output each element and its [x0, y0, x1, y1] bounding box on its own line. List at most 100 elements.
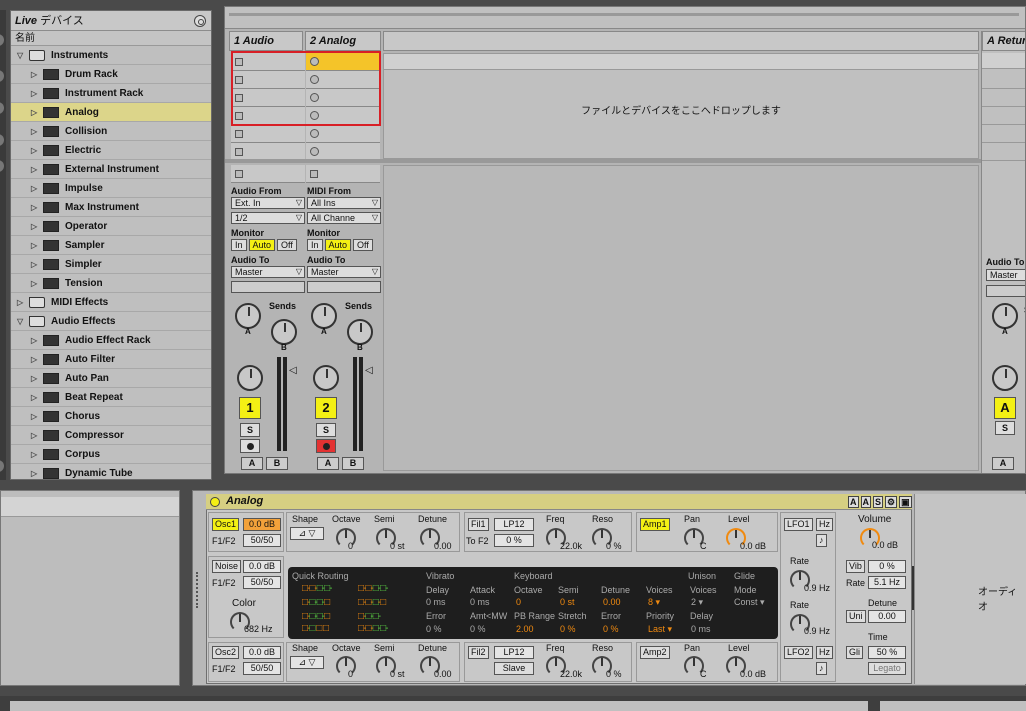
strip-handle[interactable]	[0, 70, 4, 82]
track-title-1[interactable]: 1 Audio	[229, 31, 303, 51]
expand-triangle-closed-icon[interactable]: ▷	[31, 84, 37, 103]
crossfade-a-button[interactable]: A	[241, 457, 263, 470]
expand-triangle-closed-icon[interactable]: ▷	[31, 445, 37, 464]
browser-options-icon[interactable]	[194, 15, 206, 27]
expand-triangle-closed-icon[interactable]: ▷	[31, 236, 37, 255]
expand-triangle-closed-icon[interactable]: ▷	[17, 293, 23, 312]
strip-handle[interactable]	[0, 134, 4, 146]
browser-item-dynamic-tube[interactable]: ▷ Dynamic Tube	[11, 464, 211, 479]
browser-item-auto-pan[interactable]: ▷ Auto Pan	[11, 369, 211, 388]
browser-item-corpus[interactable]: ▷ Corpus	[11, 445, 211, 464]
noise-level[interactable]: 0.0 dB	[243, 560, 281, 573]
routing-preset-6[interactable]: □-□-□-	[358, 611, 381, 622]
browser-item-beat-repeat[interactable]: ▷ Beat Repeat	[11, 388, 211, 407]
solo-button[interactable]: S	[240, 423, 260, 437]
solo-button[interactable]: S	[316, 423, 336, 437]
expand-triangle-closed-icon[interactable]: ▷	[31, 331, 37, 350]
browser-item-operator[interactable]: ▷ Operator	[11, 217, 211, 236]
send-b-knob[interactable]	[271, 319, 297, 345]
browser-item-audio-effect-rack[interactable]: ▷ Audio Effect Rack	[11, 331, 211, 350]
voices-select[interactable]: 8 ▾	[648, 597, 660, 608]
vibrato-attack[interactable]: 0 ms	[470, 597, 490, 607]
priority-select[interactable]: Last ▾	[648, 624, 672, 635]
unison-toggle[interactable]: Uni	[846, 610, 866, 623]
routing-preset-5[interactable]: □-□-□-□	[302, 611, 330, 622]
browser-item-auto-filter[interactable]: ▷ Auto Filter	[11, 350, 211, 369]
device-a2-icon[interactable]: A	[860, 496, 871, 508]
pan-knob[interactable]	[237, 365, 263, 391]
browser-item-midi-effects[interactable]: ▷ MIDI Effects	[11, 293, 211, 312]
volume-slider-icon[interactable]: ◁	[289, 365, 297, 376]
device-save-icon[interactable]: ▣	[899, 496, 912, 508]
vibrato-error[interactable]: 0 %	[426, 624, 442, 634]
glide-mode-select[interactable]: Const ▾	[734, 597, 765, 608]
amp1-toggle[interactable]: Amp1	[640, 518, 670, 531]
expand-triangle-closed-icon[interactable]: ▷	[31, 426, 37, 445]
pb-range[interactable]: 2.00	[516, 624, 534, 634]
routing-preset-3[interactable]: □-□-□-□	[302, 597, 330, 608]
audio-from-select[interactable]: Ext. In	[231, 197, 305, 209]
device-s-icon[interactable]: S	[873, 496, 884, 508]
return-pan-knob[interactable]	[992, 365, 1018, 391]
vibrato-rate[interactable]: 5.1 Hz	[868, 576, 906, 589]
browser-item-external-instrument[interactable]: ▷ External Instrument	[11, 160, 211, 179]
osc1-toggle[interactable]: Osc1	[212, 518, 240, 531]
expand-triangle-closed-icon[interactable]: ▷	[31, 369, 37, 388]
browser-item-simpler[interactable]: ▷ Simpler	[11, 255, 211, 274]
expand-triangle-closed-icon[interactable]: ▷	[31, 122, 37, 141]
vibrato-amount[interactable]: 0 %	[868, 560, 906, 573]
noise-toggle[interactable]: Noise	[212, 560, 242, 573]
stretch[interactable]: 0 %	[560, 624, 576, 634]
expand-triangle-closed-icon[interactable]: ▷	[31, 274, 37, 293]
strip-handle[interactable]	[0, 34, 4, 46]
clip-slot[interactable]	[306, 125, 380, 143]
strip-handle[interactable]	[0, 160, 4, 172]
browser-item-sampler[interactable]: ▷ Sampler	[11, 236, 211, 255]
lfo1-toggle[interactable]: LFO1	[784, 518, 813, 531]
return-track-activator[interactable]: A	[994, 397, 1016, 419]
browser-item-max-instrument[interactable]: ▷ Max Instrument	[11, 198, 211, 217]
keyboard-detune[interactable]: 0.00	[603, 597, 621, 607]
vibrato-toggle[interactable]: Vib	[846, 560, 865, 573]
expand-triangle-closed-icon[interactable]: ▷	[31, 350, 37, 369]
browser-item-chorus[interactable]: ▷ Chorus	[11, 407, 211, 426]
browser-item-tension[interactable]: ▷ Tension	[11, 274, 211, 293]
send-a-knob[interactable]	[311, 303, 337, 329]
session-scroll-bar[interactable]	[225, 7, 1025, 29]
status-bar-left[interactable]	[10, 701, 868, 711]
return-track-title[interactable]: A Return	[982, 31, 1025, 51]
vibrato-delay[interactable]: 0 ms	[426, 597, 446, 607]
fil2-slave-toggle[interactable]: Slave	[494, 662, 534, 675]
glide-time[interactable]: 50 %	[868, 646, 906, 659]
unison-voices-select[interactable]: 2 ▾	[691, 597, 703, 608]
lfo2-sync-icon[interactable]: ♪	[816, 662, 827, 675]
fil1-to-f2[interactable]: 0 %	[494, 534, 534, 547]
session-divider[interactable]	[225, 159, 1025, 163]
return-output-select[interactable]	[986, 285, 1025, 297]
browser-item-compressor[interactable]: ▷ Compressor	[11, 426, 211, 445]
return-audio-to-select[interactable]: Master	[986, 269, 1025, 281]
crossfade-b-button[interactable]: B	[266, 457, 288, 470]
routing-preset-1[interactable]: □-□-□-□-	[302, 583, 332, 594]
device-a-icon[interactable]: A	[848, 496, 859, 508]
stop-all-clips-2[interactable]	[306, 165, 380, 183]
monitor-off-button[interactable]: Off	[277, 239, 297, 251]
keyboard-semi[interactable]: 0 st	[560, 597, 575, 607]
routing-preset-2[interactable]: □-□-□-□-	[358, 583, 388, 594]
lfo1-hz-toggle[interactable]: Hz	[816, 518, 833, 531]
browser-item-collision[interactable]: ▷ Collision	[11, 122, 211, 141]
routing-preset-8[interactable]: □-□-□-□-	[358, 623, 388, 634]
fil2-toggle[interactable]: Fil2	[468, 646, 489, 659]
track-title-2[interactable]: 2 Analog	[305, 31, 381, 51]
device-settings-icon[interactable]: ⚙	[885, 496, 898, 508]
return-clip-slots[interactable]	[982, 71, 1025, 161]
expand-triangle-closed-icon[interactable]: ▷	[31, 65, 37, 84]
drop-zone[interactable]: ファイルとデバイスをここへドロップします	[383, 53, 979, 159]
strip-handle[interactable]	[0, 460, 4, 472]
return-crossfade-a[interactable]: A	[992, 457, 1014, 470]
browser-item-instrument-rack[interactable]: ▷ Instrument Rack	[11, 84, 211, 103]
expand-triangle-open-icon[interactable]: ▽	[17, 312, 23, 331]
osc2-shape-select[interactable]: ⊿ ▽	[290, 656, 324, 669]
expand-triangle-closed-icon[interactable]: ▷	[31, 464, 37, 479]
browser-item-electric[interactable]: ▷ Electric	[11, 141, 211, 160]
